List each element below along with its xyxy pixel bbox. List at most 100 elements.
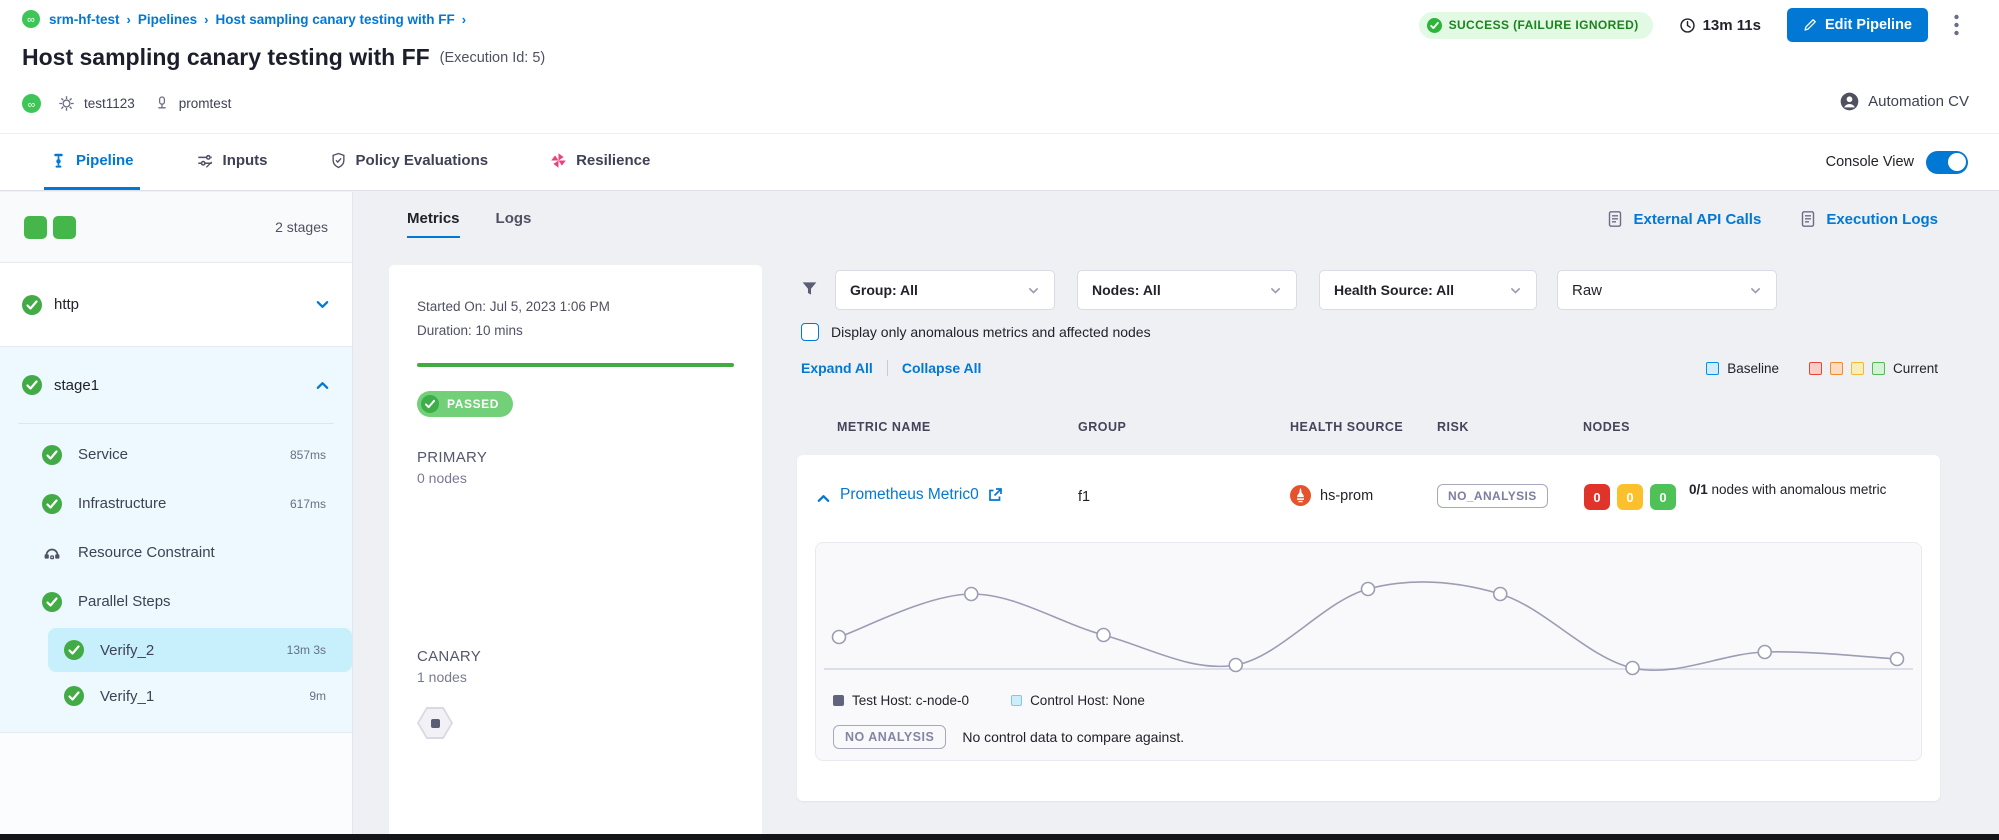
col-health-source: HEALTH SOURCE [1290, 420, 1403, 434]
check-circle-icon [1427, 18, 1442, 33]
no-analysis-badge: NO ANALYSIS [833, 725, 946, 749]
stage-status-square [24, 216, 47, 239]
metric-row: Prometheus Metric0 f1 hs-prom NO_ANALYSI… [797, 455, 1940, 801]
clock-icon [1679, 17, 1696, 34]
tab-pipeline[interactable]: Pipeline [44, 134, 140, 190]
step-infrastructure[interactable]: Infrastructure 617ms [0, 479, 352, 528]
sidebar-stage-http[interactable]: http [0, 263, 352, 347]
chart-legend: Test Host: c-node-0 Control Host: None [833, 693, 1145, 708]
duration: Duration: 10 mins [417, 319, 734, 343]
user-chip[interactable]: Automation CV [1840, 92, 1969, 111]
success-check-icon [42, 494, 62, 514]
test-host-legend: Test Host: c-node-0 [833, 693, 969, 708]
no-analysis-message: No control data to compare against. [962, 729, 1184, 745]
current-label: Current [1893, 361, 1938, 376]
edit-pipeline-button[interactable]: Edit Pipeline [1787, 8, 1928, 42]
pipeline-icon [50, 152, 67, 169]
canary-label: CANARY [417, 648, 734, 665]
breadcrumb-pipeline-name[interactable]: Host sampling canary testing with FF [215, 12, 454, 27]
collapse-all-link[interactable]: Collapse All [902, 360, 982, 376]
current-swatch-red [1809, 362, 1822, 375]
queue-icon [42, 543, 62, 563]
analysis-result: NO ANALYSIS No control data to compare a… [833, 725, 1184, 749]
data-type-dropdown[interactable]: Raw [1557, 270, 1777, 310]
status-badge: SUCCESS (FAILURE IGNORED) [1419, 12, 1653, 39]
service-icon [154, 95, 170, 111]
col-risk: RISK [1437, 420, 1469, 434]
health-source-filter-dropdown[interactable]: Health Source: All [1319, 270, 1537, 310]
step-parallel-steps[interactable]: Parallel Steps [0, 577, 352, 626]
main-tabbar: Pipeline Inputs Policy Evaluations Resil… [0, 133, 1999, 191]
chart-legend-key: Baseline Current [1706, 357, 1938, 379]
metric-chart-svg[interactable] [816, 551, 1921, 701]
stage-status-square [53, 216, 76, 239]
stage1-label: stage1 [54, 377, 99, 394]
tab-metrics[interactable]: Metrics [407, 210, 460, 238]
chevron-down-icon [1027, 284, 1040, 297]
chevron-down-icon[interactable] [315, 297, 330, 312]
console-view-control: Console View [1826, 134, 1968, 190]
elapsed-time: 13m 11s [1679, 17, 1761, 34]
edit-pipeline-label: Edit Pipeline [1825, 17, 1912, 33]
breadcrumb-separator [204, 12, 208, 27]
divider [18, 423, 334, 424]
filter-row: Group: All Nodes: All Health Source: All… [762, 270, 1999, 310]
col-group: GROUP [1078, 420, 1126, 434]
external-api-calls-link[interactable]: External API Calls [1606, 210, 1761, 228]
step-verify-2[interactable]: Verify_2 13m 3s [48, 628, 352, 672]
metric-chart-card: Test Host: c-node-0 Control Host: None N… [815, 542, 1922, 761]
toggle-knob [1948, 153, 1966, 171]
tab-logs[interactable]: Logs [496, 210, 532, 238]
sidebar-stage-stage1[interactable]: stage1 [0, 347, 352, 423]
prometheus-icon [1290, 485, 1311, 506]
nodes-filter-dropdown[interactable]: Nodes: All [1077, 270, 1297, 310]
anomalous-checkbox[interactable] [801, 323, 819, 341]
step-resource-constraint[interactable]: Resource Constraint [0, 528, 352, 577]
collapse-metric-chevron[interactable] [816, 491, 831, 506]
control-host-swatch [1011, 695, 1022, 706]
chevron-up-icon[interactable] [315, 378, 330, 393]
expand-collapse-links: Expand All Collapse All [801, 357, 981, 379]
node-count-badges: 0 0 0 [1584, 484, 1683, 510]
test-host-label: Test Host: c-node-0 [852, 693, 969, 708]
inputs-icon [196, 152, 214, 170]
step-label: Service [78, 446, 128, 463]
test-host-swatch [833, 695, 844, 706]
tab-resilience-label: Resilience [576, 152, 650, 169]
step-label: Resource Constraint [78, 544, 215, 561]
col-metric-name: METRIC NAME [837, 420, 931, 434]
execution-logs-link[interactable]: Execution Logs [1799, 210, 1938, 228]
tab-policy-evaluations[interactable]: Policy Evaluations [324, 134, 495, 190]
tab-resilience[interactable]: Resilience [544, 134, 656, 190]
nodes-summary: 0/1 nodes with anomalous metric [1689, 480, 1939, 499]
success-check-icon [22, 375, 42, 395]
tab-inputs[interactable]: Inputs [190, 134, 274, 190]
baseline-swatch [1706, 362, 1719, 375]
passed-label: PASSED [447, 397, 499, 411]
execution-tabs: Metrics Logs [407, 210, 531, 238]
health-source-cell: hs-prom [1290, 485, 1373, 506]
tag-service[interactable]: promtest [179, 96, 232, 111]
gear-icon [58, 95, 75, 112]
filter-funnel-icon[interactable] [800, 279, 819, 298]
canary-node-hexagon[interactable] [417, 707, 734, 739]
console-view-toggle[interactable] [1926, 151, 1968, 174]
tag-environment[interactable]: test1123 [84, 96, 135, 111]
cd-module-icon: ∞ [22, 94, 41, 113]
step-verify-1[interactable]: Verify_1 9m [48, 674, 352, 718]
nodes-summary-ratio: 0/1 [1689, 482, 1708, 497]
console-view-label: Console View [1826, 154, 1914, 170]
group-filter-dropdown[interactable]: Group: All [835, 270, 1055, 310]
metric-name-link[interactable]: Prometheus Metric0 [840, 486, 979, 504]
breadcrumb-project[interactable]: srm-hf-test [49, 12, 120, 27]
node-count-red: 0 [1584, 484, 1610, 510]
step-service[interactable]: Service 857ms [0, 430, 352, 479]
more-options-kebab[interactable] [1954, 14, 1959, 36]
expand-all-link[interactable]: Expand All [801, 360, 873, 376]
status-text: SUCCESS (FAILURE IGNORED) [1449, 18, 1639, 32]
external-api-calls-label: External API Calls [1633, 211, 1761, 228]
step-label: Verify_2 [100, 642, 154, 659]
nodes-summary-text: nodes with anomalous metric [1708, 482, 1887, 497]
external-link-icon[interactable] [987, 487, 1003, 503]
breadcrumb-pipelines[interactable]: Pipelines [138, 12, 197, 27]
